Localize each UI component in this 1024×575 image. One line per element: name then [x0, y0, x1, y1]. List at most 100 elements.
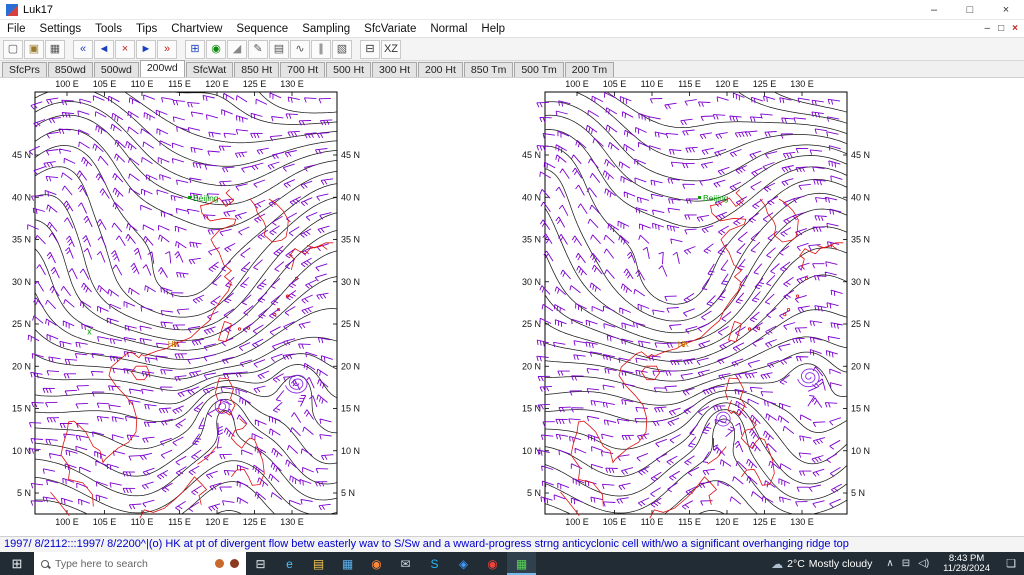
tab-700-ht[interactable]: 700 Ht	[280, 62, 326, 77]
axis-label: 20 N	[851, 361, 870, 371]
taskbar-apps: ⊟ e ▤ ▦ ◉ ✉ S ◈ ◉ ▦	[246, 552, 536, 575]
action-center-icon[interactable]: ❏	[998, 557, 1024, 570]
axis-label: 110 E	[131, 517, 154, 527]
minimize-button[interactable]: –	[916, 0, 952, 19]
toolbar-separator	[353, 40, 359, 59]
axis-label: 5 N	[851, 488, 865, 498]
axis-label: 125 E	[243, 517, 267, 527]
hidden-icons-icon[interactable]: ∧	[886, 558, 893, 569]
search-input[interactable]: Type here to search	[34, 552, 246, 575]
volume-icon[interactable]: ◁)	[918, 558, 929, 569]
app-icon	[6, 3, 18, 16]
globe-view-icon[interactable]: ◉	[206, 39, 226, 59]
coastlines	[560, 189, 844, 519]
prev-chart-icon[interactable]: ◄	[94, 39, 114, 59]
tab-sfcprs[interactable]: SfcPrs	[2, 62, 47, 77]
taskbar-skype[interactable]: S	[420, 552, 449, 575]
weather-map-left[interactable]: 100 E 100 E 105 E 105 E 110 E 110 E 115 E 115 E…	[8, 78, 376, 530]
search-doodle-icon	[215, 559, 224, 568]
map-frame	[544, 91, 848, 515]
tab-200-tm[interactable]: 200 Tm	[564, 62, 615, 77]
menu-sequence[interactable]: Sequence	[229, 23, 295, 35]
taskbar-chrome[interactable]: ◉	[478, 552, 507, 575]
grid-overlay-icon[interactable]: ⊞	[185, 39, 205, 59]
menu-sfcvariate[interactable]: SfcVariate	[357, 23, 423, 35]
last-chart-icon[interactable]: »	[157, 39, 177, 59]
tab-200wd[interactable]: 200wd	[139, 60, 185, 77]
menu-sampling[interactable]: Sampling	[295, 23, 357, 35]
streamline-tool-icon[interactable]: ∿	[290, 39, 310, 59]
window-controls: – □ ×	[916, 0, 1024, 19]
tab-850wd[interactable]: 850wd	[47, 62, 93, 77]
tab-500-ht[interactable]: 500 Ht	[326, 62, 372, 77]
city-marker	[188, 196, 192, 200]
tab-200-ht[interactable]: 200 Ht	[417, 62, 463, 77]
axis-label: 115 E	[168, 79, 191, 89]
close-button[interactable]: ×	[988, 0, 1024, 19]
menu-tips[interactable]: Tips	[129, 23, 164, 35]
taskbar-store[interactable]: ▦	[333, 552, 362, 575]
network-icon[interactable]: ⊟	[902, 558, 910, 569]
taskbar-mail[interactable]: ✉	[391, 552, 420, 575]
cyclone-spiral	[797, 368, 820, 388]
axis-label: 35 N	[851, 235, 870, 245]
taskbar-firefox[interactable]: ◉	[362, 552, 391, 575]
new-file-icon[interactable]: ▢	[3, 39, 23, 59]
taskbar-file-explorer[interactable]: ▤	[304, 552, 333, 575]
maximize-button[interactable]: □	[952, 0, 988, 19]
taskbar-luk17[interactable]: ▦	[507, 552, 536, 575]
axis-label: 115 E	[168, 517, 191, 527]
open-file-icon[interactable]: ▣	[24, 39, 44, 59]
menu-chartview[interactable]: Chartview	[164, 23, 229, 35]
tab-sfcwat[interactable]: SfcWat	[185, 62, 234, 77]
axis-label: 120 E	[205, 517, 229, 527]
start-button[interactable]: ⊞	[0, 552, 34, 575]
mdi-close-button[interactable]: ×	[1012, 23, 1018, 34]
island-marker	[804, 276, 809, 280]
tab-850-tm[interactable]: 850 Tm	[463, 62, 514, 77]
shear-tool-icon[interactable]: ∥	[311, 39, 331, 59]
save-file-icon[interactable]: ▦	[45, 39, 65, 59]
tab-500wd[interactable]: 500wd	[93, 62, 139, 77]
axis-label: 125 E	[243, 79, 267, 89]
dual-pane-view-icon[interactable]: ⊟	[360, 39, 380, 59]
menu-normal[interactable]: Normal	[423, 23, 474, 35]
axis-label: 45 N	[851, 150, 870, 160]
menu-help[interactable]: Help	[474, 23, 512, 35]
taskbar-edge[interactable]: e	[275, 552, 304, 575]
weather-map-right[interactable]: 100 E 100 E 105 E 105 E 110 E 110 E 115 E 115 E…	[518, 78, 886, 530]
axis-label: 115 E	[678, 517, 701, 527]
first-chart-icon[interactable]: «	[73, 39, 93, 59]
tab-850-ht[interactable]: 850 Ht	[234, 62, 280, 77]
map-panel-left[interactable]: 100 E 100 E 105 E 105 E 110 E 110 E 115 E 115 E…	[8, 78, 376, 535]
taskbar-vscode[interactable]: ◈	[449, 552, 478, 575]
taskbar-task-view[interactable]: ⊟	[246, 552, 275, 575]
menu-tools[interactable]: Tools	[88, 23, 129, 35]
chart-style-icon[interactable]: ▧	[332, 39, 352, 59]
next-chart-icon[interactable]: ►	[136, 39, 156, 59]
menu-settings[interactable]: Settings	[33, 23, 89, 35]
xz-view-icon[interactable]: XZ	[381, 39, 401, 59]
mdi-minimize-button[interactable]: –	[985, 23, 991, 34]
search-placeholder: Type here to search	[55, 557, 148, 570]
draw-tool-icon[interactable]: ✎	[248, 39, 268, 59]
taskbar-weather[interactable]: ☁ 2°C Mostly cloudy	[763, 557, 880, 571]
tab-500-tm[interactable]: 500 Tm	[514, 62, 564, 77]
taskbar-clock[interactable]: 8:43 PM 11/28/2024	[935, 553, 998, 574]
status-text: 1997/ 8/2112:::1997/ 8/2200^|(o) HK at p…	[4, 538, 849, 550]
axis-label: 120 E	[715, 517, 739, 527]
axis-label: 110 E	[641, 79, 664, 89]
island-marker	[747, 327, 752, 331]
island-marker	[795, 294, 800, 298]
city-label: Beijing	[703, 193, 729, 203]
slope-tool-icon[interactable]: ◢	[227, 39, 247, 59]
axis-label: 125 E	[753, 517, 777, 527]
mdi-restore-button[interactable]: □	[998, 23, 1004, 34]
stop-sequence-icon[interactable]: ×	[115, 39, 135, 59]
menu-file[interactable]: File	[0, 23, 33, 35]
tab-300-ht[interactable]: 300 Ht	[372, 62, 417, 77]
hatch-tool-icon[interactable]: ▤	[269, 39, 289, 59]
axis-label: 10 N	[12, 446, 31, 456]
map-panel-right[interactable]: 100 E 100 E 105 E 105 E 110 E 110 E 115 E 115 E…	[518, 78, 886, 535]
axis-label: 100 E	[565, 517, 589, 527]
